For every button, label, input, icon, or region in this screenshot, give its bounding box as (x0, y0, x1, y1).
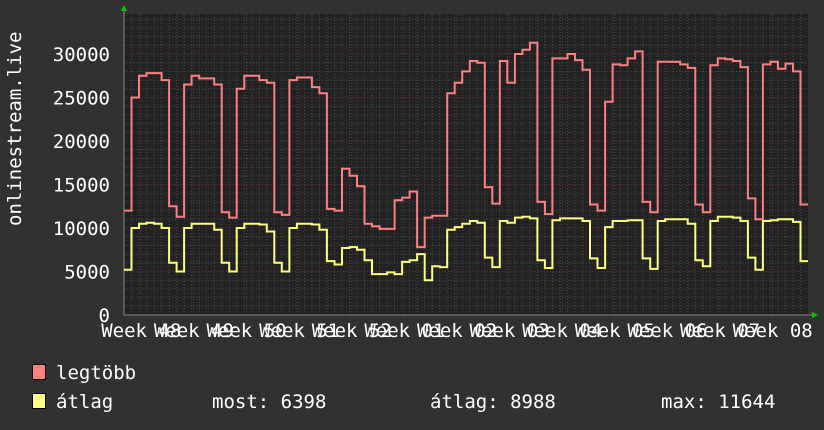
legend-swatch-avg (32, 393, 46, 409)
x-axis-arrow-icon (812, 312, 818, 318)
legend-label-max: legtöbb (56, 362, 137, 384)
y-axis-label: onlinestream.live (4, 31, 26, 226)
legend-item-max: legtöbb (32, 362, 136, 384)
y-tick-label: 25000 (53, 88, 110, 110)
legend-swatch-max (32, 364, 46, 380)
legend-item-avg: átlag (32, 391, 113, 413)
y-tick-label: 15000 (53, 175, 110, 197)
y-tick-label: 30000 (53, 44, 110, 66)
x-tick-label: Week 08 (733, 320, 813, 342)
stat-current: most: 6398 (212, 391, 327, 413)
stat-average: átlag: 8988 (430, 391, 556, 413)
y-tick-label: 5000 (64, 262, 110, 284)
legend-label-avg: átlag (56, 391, 114, 413)
stat-max: max: 11644 (661, 391, 776, 413)
plot-area (124, 14, 808, 315)
y-axis-arrow-icon (121, 5, 127, 11)
y-tick-label: 10000 (53, 218, 110, 240)
y-tick-label: 20000 (53, 131, 110, 153)
